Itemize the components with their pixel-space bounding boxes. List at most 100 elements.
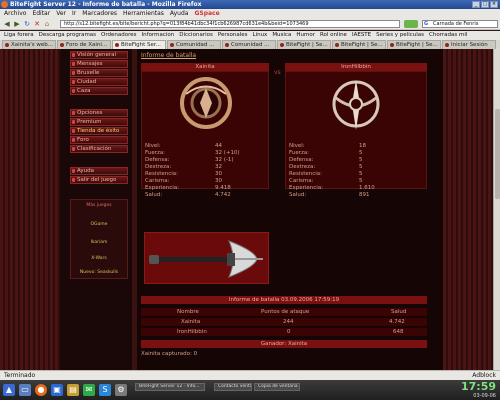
skype-icon[interactable]: S [99,384,111,396]
attacker-emblem-icon [180,77,232,129]
task-button-contacto[interactable]: Contacto ventana [214,383,252,391]
clock-time: 17:59 [460,380,496,393]
go-button[interactable] [404,20,418,28]
menu-herramientas[interactable]: Herramientas [123,9,164,18]
search-placeholder: Carnada de Fenris [433,21,479,27]
sidebar-item-mensajes[interactable]: Mensajes [70,60,128,68]
url-input[interactable]: http://s12.bitefight.es/bite/bericht.php… [60,20,400,28]
stop-icon[interactable]: ✕ [33,20,41,28]
menu-ver[interactable]: Ver [56,9,66,18]
menu-editar[interactable]: Editar [32,9,50,18]
bookmarks-bar: Liga forera Descarga programas Ordenador… [0,31,500,40]
game-link-ikariam[interactable]: Ikariam [71,240,127,245]
maximize-button[interactable]: □ [481,1,489,8]
bookmark-item[interactable]: Informacion [142,31,175,40]
chat-icon[interactable]: ✉ [83,384,95,396]
menu-marcadores[interactable]: Marcadores [82,9,117,18]
forward-icon[interactable]: ▶ [13,20,21,28]
vertical-scrollbar[interactable] [493,49,500,370]
browser-tab[interactable]: BiteFight | Se... [332,40,386,49]
browser-tab[interactable]: BiteFight | Se... [277,40,331,49]
table-row: Xainita 244 4.742 [141,318,427,326]
menu-ayuda[interactable]: Ayuda [170,9,189,18]
game-link-xwars[interactable]: X-Wars [71,256,127,261]
desktop-icon[interactable]: ▭ [19,384,31,396]
back-icon[interactable]: ◀ [3,20,11,28]
report-title-link[interactable]: Informe de batalla [141,52,196,59]
browser-tab[interactable]: Xainita's web... [2,40,56,49]
bookmark-item[interactable]: Chorradas mil [429,31,467,40]
bookmark-item[interactable]: IAESTE [352,31,371,40]
menu-ir[interactable]: Ir [72,9,76,18]
attacker-name: Xainita [141,63,269,71]
taskbar: ▲ ▭ ● ▣ ▤ ✉ S ⚙ BiteFight Server 12 - In… [0,380,500,400]
defender-stat-nivel: Nivel: 18 [289,143,366,149]
web-page: Visión general Mensajes Bruxelle Ciudad … [0,49,500,370]
sidebar-item-premium[interactable]: Premium [70,118,128,126]
attacker-stat-resistencia: Resistencia: 30 [145,171,222,177]
close-button[interactable]: × [490,1,498,8]
game-link-ogame[interactable]: OGame [71,222,127,227]
google-icon: G [424,21,429,27]
home-icon[interactable]: ⌂ [43,20,51,28]
col-salud: Salud [391,309,407,315]
menu-gspace[interactable]: GSpace [194,9,219,18]
defender-stat-fuerza: Fuerza: 5 [289,150,363,156]
bookmark-item[interactable]: Series y peliculas [376,31,424,40]
col-nombre: Nombre [177,309,199,315]
sidebar-item-caza[interactable]: Caza [70,87,128,95]
browser-tab[interactable]: Comunidad ... [222,40,276,49]
status-text: Terminado [4,372,36,379]
bookmark-item[interactable]: Musica [272,31,291,40]
sidebar-item-ayuda[interactable]: Ayuda [70,167,128,175]
bookmark-item[interactable]: Rol online [320,31,347,40]
window-title: BiteFight Server 12 - Informe de batalla… [10,1,202,8]
browser-tab[interactable]: Comunidad ... [167,40,221,49]
bookmark-item[interactable]: Ordenadores [101,31,136,40]
sidebar-item-bruxelle[interactable]: Bruxelle [70,69,128,77]
sidebar-item-ciudad[interactable]: Ciudad [70,78,128,86]
firefox-launcher-icon[interactable]: ● [35,384,47,396]
bookmark-item[interactable]: Humor [296,31,315,40]
defender-stat-destreza: Destreza: 5 [289,164,363,170]
browser-tab[interactable]: Iniciar Sesión [442,40,496,49]
scrollbar-thumb[interactable] [495,109,500,199]
attacker-stat-fuerza: Fuerza: 32 (+10) [145,150,240,156]
defender-stat-salud: Salud: 891 [289,192,370,198]
browser-tab[interactable]: Foro de Xaini... [57,40,111,49]
bookmark-item[interactable]: Linux [252,31,267,40]
bookmark-item[interactable]: Descarga programas [39,31,96,40]
tab-strip: Xainita's web... Foro de Xaini... BiteFi… [0,40,500,49]
sidebar-item-clasificacion[interactable]: Clasificación [70,145,128,153]
captured-text: Xainita capturado: 0 [141,351,198,357]
reload-icon[interactable]: ↻ [23,20,31,28]
weapon-image [144,232,269,284]
bookmark-item[interactable]: Personales [218,31,248,40]
search-input[interactable]: G Carnada de Fenris [422,20,498,28]
more-games-label: Más juegos [86,203,112,208]
sidebar-item-foro[interactable]: Foro [70,136,128,144]
browser-tab[interactable]: BiteFight | Se... [387,40,441,49]
clock-date: 03-09-06 [473,393,496,399]
status-bar: Terminado Adblock [0,370,500,380]
sidebar-item-tienda[interactable]: Tienda de éxito [70,127,128,135]
attacker-stat-experiencia: Experiencia: 9.418 [145,185,231,191]
sidebar-item-opciones[interactable]: Opciones [70,109,128,117]
menu-archivo[interactable]: Archivo [4,9,26,18]
start-menu-icon[interactable]: ▲ [3,384,15,396]
task-button-gimp[interactable]: Copia de ventana (GIMP) [254,383,300,391]
bookmark-item[interactable]: Liga forera [4,31,34,40]
settings-icon[interactable]: ⚙ [115,384,127,396]
defender-stat-resistencia: Resistencia: 5 [289,171,363,177]
sidebar-item-salir[interactable]: Salir del juego [70,176,128,184]
file-manager-icon[interactable]: ▤ [67,384,79,396]
bookmark-item[interactable]: Diccionarios [179,31,213,40]
sidebar-item-vision-general[interactable]: Visión general [70,51,128,59]
terminal-icon[interactable]: ▣ [51,384,63,396]
minimize-button[interactable]: _ [472,1,480,8]
page-background-right [443,49,500,370]
game-link-seaskulls[interactable]: Nuevo: Seaskulls [71,270,127,275]
task-button-firefox[interactable]: BiteFight Server 12 - Info... [135,383,205,391]
firefox-icon [1,1,8,8]
browser-tab-active[interactable]: BiteFight Ser... [112,40,166,49]
